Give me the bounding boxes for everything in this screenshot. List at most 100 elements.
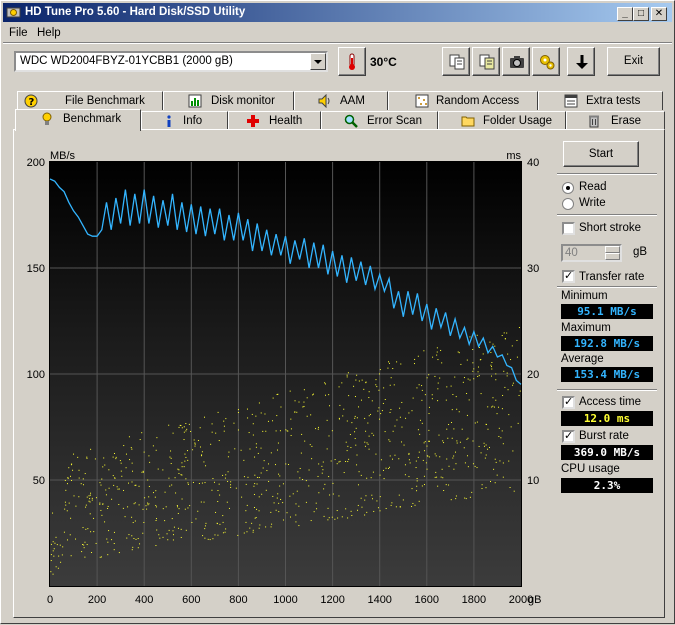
access-time-point	[198, 482, 200, 484]
spin-up-icon[interactable]	[605, 246, 620, 253]
access-time-point	[502, 476, 504, 478]
access-time-point	[458, 411, 460, 413]
access-time-point	[256, 476, 258, 478]
access-time-point	[385, 467, 387, 469]
access-time-point	[132, 522, 134, 524]
access-time-point	[274, 464, 276, 466]
access-time-point	[243, 459, 245, 461]
access-time-point	[272, 397, 274, 399]
access-time-point	[246, 531, 248, 533]
access-time-point	[366, 511, 368, 513]
short-stroke-label[interactable]: Short stroke	[579, 222, 641, 234]
access-time-point	[251, 522, 253, 524]
access-time-point	[456, 442, 458, 444]
access-time-point	[260, 472, 262, 474]
access-time-point	[368, 391, 370, 393]
access-time-point	[184, 508, 186, 510]
access-time-point	[417, 355, 419, 357]
access-time-point	[389, 466, 391, 468]
access-time-point	[217, 501, 219, 503]
burst-rate-checkbox[interactable]: ✓	[562, 430, 575, 443]
access-time-point	[113, 484, 115, 486]
access-time-point	[159, 537, 161, 539]
access-time-point	[205, 465, 207, 467]
short-stroke-spinner[interactable]: 40	[561, 244, 622, 262]
access-time-point	[364, 499, 366, 501]
x-tick-label: 1600	[415, 594, 439, 606]
access-time-point	[82, 527, 84, 529]
access-time-point	[494, 482, 496, 484]
access-time-point	[354, 438, 356, 440]
access-time-point	[205, 522, 207, 524]
write-radio[interactable]	[562, 198, 574, 210]
access-time-point	[354, 396, 356, 398]
access-time-point	[218, 483, 220, 485]
access-time-point	[490, 366, 492, 368]
access-time-point	[185, 456, 187, 458]
access-time-point	[169, 456, 171, 458]
access-time-point	[389, 455, 391, 457]
access-time-point	[187, 450, 189, 452]
access-time-point	[477, 366, 479, 368]
access-time-point	[382, 402, 384, 404]
access-time-point	[437, 388, 439, 390]
access-time-point	[168, 424, 170, 426]
access-time-point	[436, 347, 438, 349]
write-label[interactable]: Write	[579, 197, 606, 209]
access-time-point	[121, 475, 123, 477]
read-radio[interactable]	[562, 182, 574, 194]
access-time-point	[403, 444, 405, 446]
access-time-point	[217, 534, 219, 536]
transfer-rate-checkbox[interactable]: ✓	[562, 270, 575, 283]
access-time-point	[95, 542, 97, 544]
access-time-point	[371, 432, 373, 434]
burst-rate-label[interactable]: Burst rate	[579, 430, 629, 442]
access-time-point	[278, 511, 280, 513]
transfer-rate-label[interactable]: Transfer rate	[579, 271, 644, 283]
access-time-point	[276, 449, 278, 451]
access-time-point	[399, 416, 401, 418]
access-time-point	[124, 516, 126, 518]
access-time-point	[126, 537, 128, 539]
access-time-point	[64, 501, 66, 503]
access-time-point	[290, 434, 292, 436]
access-time-checkbox[interactable]: ✓	[562, 396, 575, 409]
access-time-point	[83, 547, 85, 549]
access-time-point	[477, 375, 479, 377]
access-time-point	[133, 537, 135, 539]
access-time-point	[195, 518, 197, 520]
access-time-point	[347, 517, 349, 519]
access-time-point	[356, 464, 358, 466]
access-time-point	[366, 477, 368, 479]
access-time-point	[86, 496, 88, 498]
access-time-point	[376, 500, 378, 502]
access-time-point	[305, 501, 307, 503]
access-time-point	[469, 336, 471, 338]
access-time-point	[347, 445, 349, 447]
access-time-point	[411, 410, 413, 412]
access-time-point	[210, 443, 212, 445]
access-time-point	[450, 385, 452, 387]
access-time-point	[399, 407, 401, 409]
access-time-point	[78, 477, 80, 479]
access-time-point	[388, 439, 390, 441]
read-label[interactable]: Read	[579, 181, 607, 193]
access-time-point	[183, 439, 185, 441]
access-time-point	[348, 458, 350, 460]
access-time-point	[62, 546, 64, 548]
short-stroke-checkbox[interactable]	[562, 222, 575, 235]
access-time-point	[185, 529, 187, 531]
access-time-point	[472, 362, 474, 364]
access-time-point	[60, 561, 62, 563]
access-time-point	[375, 379, 377, 381]
spin-down-icon[interactable]	[605, 253, 620, 260]
access-time-point	[164, 491, 166, 493]
access-time-label[interactable]: Access time	[579, 396, 641, 408]
access-time-point	[392, 458, 394, 460]
access-time-point	[177, 468, 179, 470]
access-time-point	[518, 327, 520, 329]
access-time-point	[265, 526, 267, 528]
access-time-point	[201, 455, 203, 457]
start-button[interactable]: Start	[563, 141, 639, 167]
access-time-point	[147, 504, 149, 506]
